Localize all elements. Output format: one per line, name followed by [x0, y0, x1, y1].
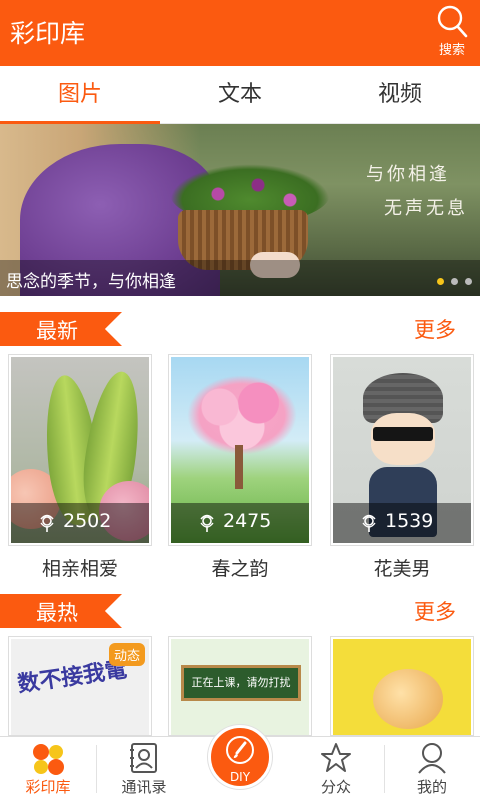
- tab-images[interactable]: 图片: [0, 66, 160, 124]
- like-count-bar: 1539: [333, 503, 471, 543]
- brush-icon: [226, 736, 254, 764]
- diy-button[interactable]: DIY: [208, 725, 272, 789]
- card-thumbnail: 数不接我電 动态: [11, 639, 149, 735]
- search-label: 搜索: [438, 43, 465, 58]
- nav-home[interactable]: 彩印库: [0, 737, 96, 800]
- card-title[interactable]: 花美男: [330, 554, 474, 581]
- image-card[interactable]: 2475: [168, 354, 312, 546]
- app-logo-icon: [33, 744, 64, 775]
- section-title-latest: 最新: [36, 319, 78, 343]
- tab-text[interactable]: 文本: [160, 66, 320, 123]
- image-card[interactable]: 2502: [8, 354, 152, 546]
- flower-icon: [362, 514, 376, 532]
- nav-mine[interactable]: 我的: [384, 737, 480, 800]
- contacts-icon: [130, 743, 157, 773]
- animated-badge: 动态: [108, 643, 145, 666]
- like-count: 2502: [63, 510, 112, 532]
- art-character: [373, 669, 443, 729]
- card-thumbnail: [333, 639, 471, 735]
- art-blossom-tree: [187, 375, 297, 455]
- card-title[interactable]: 相亲相爱: [8, 554, 152, 581]
- section-latest-header: 最新 更多: [0, 312, 480, 346]
- app-title: 彩印库: [10, 19, 86, 48]
- card-title[interactable]: 春之韵: [168, 554, 312, 581]
- carousel-dot[interactable]: [451, 278, 458, 285]
- carousel-dot[interactable]: [465, 278, 472, 285]
- card-thumbnail: 2502: [11, 357, 149, 543]
- banner-caption: 思念的季节，与你相逢: [6, 272, 176, 292]
- carousel-dot[interactable]: [437, 278, 444, 285]
- carousel-dots: [437, 278, 472, 285]
- search-icon: [437, 5, 468, 38]
- banner-overlay-line2: 无声无息: [384, 198, 468, 219]
- like-count-bar: 2502: [11, 503, 149, 543]
- tab-video[interactable]: 视频: [320, 66, 480, 123]
- like-count: 1539: [385, 510, 434, 532]
- more-hottest-link[interactable]: 更多: [414, 596, 456, 626]
- image-card[interactable]: 1539: [330, 354, 474, 546]
- like-count: 2475: [223, 510, 272, 532]
- image-card[interactable]: [330, 636, 474, 736]
- art-tree-trunk: [235, 445, 243, 489]
- nav-label: 我的: [416, 778, 447, 796]
- art-sunglasses: [373, 427, 433, 441]
- section-hottest-header: 最热 更多: [0, 594, 480, 628]
- like-count-bar: 2475: [171, 503, 309, 543]
- nav-label: 分众: [320, 778, 351, 796]
- banner-overlay-line1: 与你相逢: [366, 164, 450, 185]
- nav-contacts[interactable]: 通讯录: [96, 737, 192, 800]
- nav-fenzhong[interactable]: 分众: [288, 737, 384, 800]
- flower-icon: [200, 514, 214, 532]
- nav-label: 通讯录: [121, 778, 167, 796]
- art-blackboard: 正在上课，请勿打扰: [181, 665, 301, 701]
- card-thumbnail: 1539: [333, 357, 471, 543]
- search-button[interactable]: 搜索: [430, 2, 474, 62]
- card-thumbnail: 正在上课，请勿打扰: [171, 639, 309, 735]
- nav-label: DIY: [229, 770, 251, 784]
- user-icon: [418, 743, 446, 774]
- nav-label: 彩印库: [25, 778, 71, 796]
- flower-icon: [40, 514, 54, 532]
- card-thumbnail: 2475: [171, 357, 309, 543]
- banner-carousel[interactable]: 与你相逢 无声无息 思念的季节，与你相逢: [0, 124, 480, 296]
- image-card[interactable]: 正在上课，请勿打扰: [168, 636, 312, 736]
- more-latest-link[interactable]: 更多: [414, 314, 456, 344]
- app-header: 彩印库 搜索: [0, 0, 480, 66]
- section-title-hottest: 最热: [36, 601, 78, 625]
- star-icon: [321, 743, 351, 772]
- tab-bar: 图片 文本 视频: [0, 66, 480, 124]
- image-card[interactable]: 数不接我電 动态: [8, 636, 152, 736]
- banner-caption-bar: 思念的季节，与你相逢: [0, 260, 480, 296]
